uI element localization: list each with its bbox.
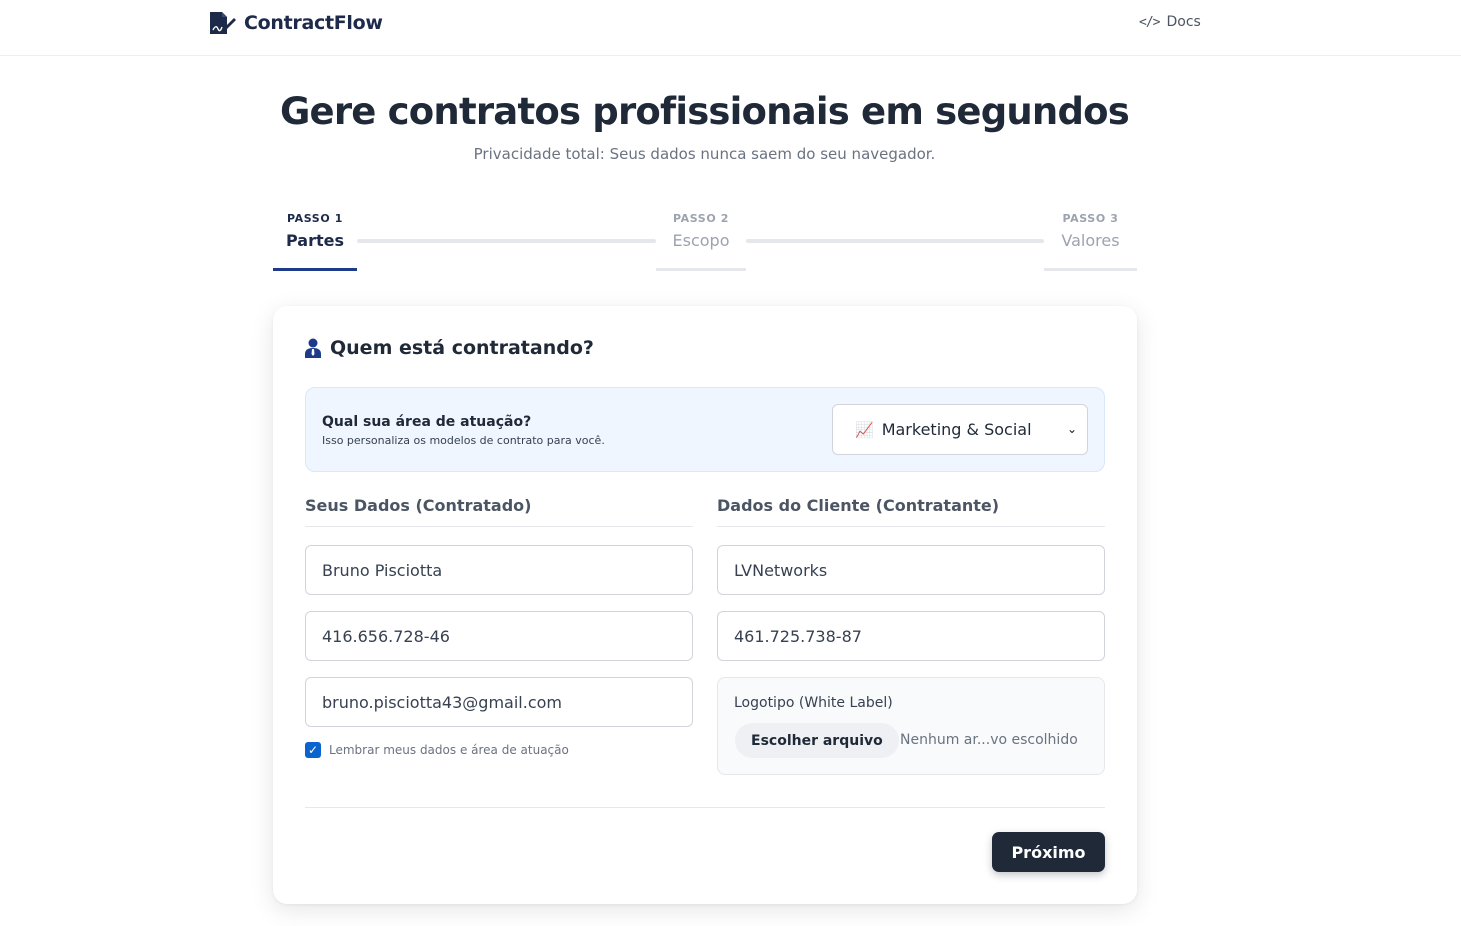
contractor-email-input[interactable]: bruno.pisciotta43@gmail.com: [305, 677, 693, 727]
contractor-heading: Seus Dados (Contratado): [305, 496, 693, 527]
step-kicker: PASSO 1: [287, 212, 343, 225]
card-title: Quem está contratando?: [304, 337, 594, 359]
file-status: Nenhum ar...vo escolhido: [900, 732, 1078, 748]
step-connector: [746, 239, 1044, 243]
choose-file-button[interactable]: Escolher arquivo: [735, 723, 899, 758]
logo-upload-panel: Logotipo (White Label) Escolher arquivo …: [717, 677, 1105, 775]
code-icon: </>: [1139, 14, 1161, 30]
client-name-input[interactable]: LVNetworks: [717, 545, 1105, 595]
step-label: Partes: [285, 231, 344, 250]
logo-label: Logotipo (White Label): [734, 695, 893, 711]
contractor-document-input[interactable]: 416.656.728-46: [305, 611, 693, 661]
remember-checkbox-row[interactable]: ✓ Lembrar meus dados e área de atuação: [305, 742, 569, 758]
chart-increasing-icon: 📈: [855, 420, 874, 439]
brand-logo[interactable]: ContractFlow: [207, 10, 383, 36]
step-1-partes[interactable]: PASSO 1 Partes: [273, 212, 357, 271]
step-kicker: PASSO 2: [673, 212, 729, 225]
chevron-down-icon: ⌄: [1066, 422, 1077, 436]
divider: [305, 807, 1105, 808]
next-button[interactable]: Próximo: [992, 832, 1105, 872]
person-icon: [305, 338, 321, 358]
step-label: Escopo: [672, 231, 730, 250]
step-kicker: PASSO 3: [1062, 212, 1119, 225]
area-question: Qual sua área de atuação?: [322, 414, 532, 430]
client-heading: Dados do Cliente (Contratante): [717, 496, 1105, 527]
area-selector-panel: Qual sua área de atuação? Isso personali…: [305, 387, 1105, 472]
brand-name: ContractFlow: [244, 12, 383, 34]
page-subtitle: Privacidade total: Seus dados nunca saem…: [473, 145, 936, 163]
step-2-escopo[interactable]: PASSO 2 Escopo: [656, 212, 746, 271]
step-3-valores[interactable]: PASSO 3 Valores: [1044, 212, 1137, 271]
contract-pen-icon: [210, 12, 236, 34]
remember-label: Lembrar meus dados e área de atuação: [329, 743, 569, 757]
area-select[interactable]: 📈 Marketing & Social ⌄: [832, 404, 1088, 455]
parties-form-card: Quem está contratando? Qual sua área de …: [273, 306, 1137, 904]
area-hint: Isso personaliza os modelos de contrato …: [322, 434, 605, 447]
step-indicator: [656, 268, 746, 271]
remember-checkbox[interactable]: ✓: [305, 742, 321, 758]
client-document-input[interactable]: 461.725.738-87: [717, 611, 1105, 661]
contractor-name-input[interactable]: Bruno Pisciotta: [305, 545, 693, 595]
card-title-text: Quem está contratando?: [330, 337, 594, 359]
area-select-value: Marketing & Social: [881, 420, 1032, 439]
step-label: Valores: [1061, 231, 1120, 250]
top-navbar: ContractFlow </> Docs: [0, 0, 1461, 56]
page-title: Gere contratos profissionais em segundos: [279, 90, 1130, 133]
step-indicator: [1044, 268, 1137, 271]
step-connector: [357, 239, 656, 243]
step-indicator: [273, 268, 357, 271]
docs-label: Docs: [1166, 14, 1201, 30]
docs-link[interactable]: </> Docs: [1139, 14, 1201, 30]
